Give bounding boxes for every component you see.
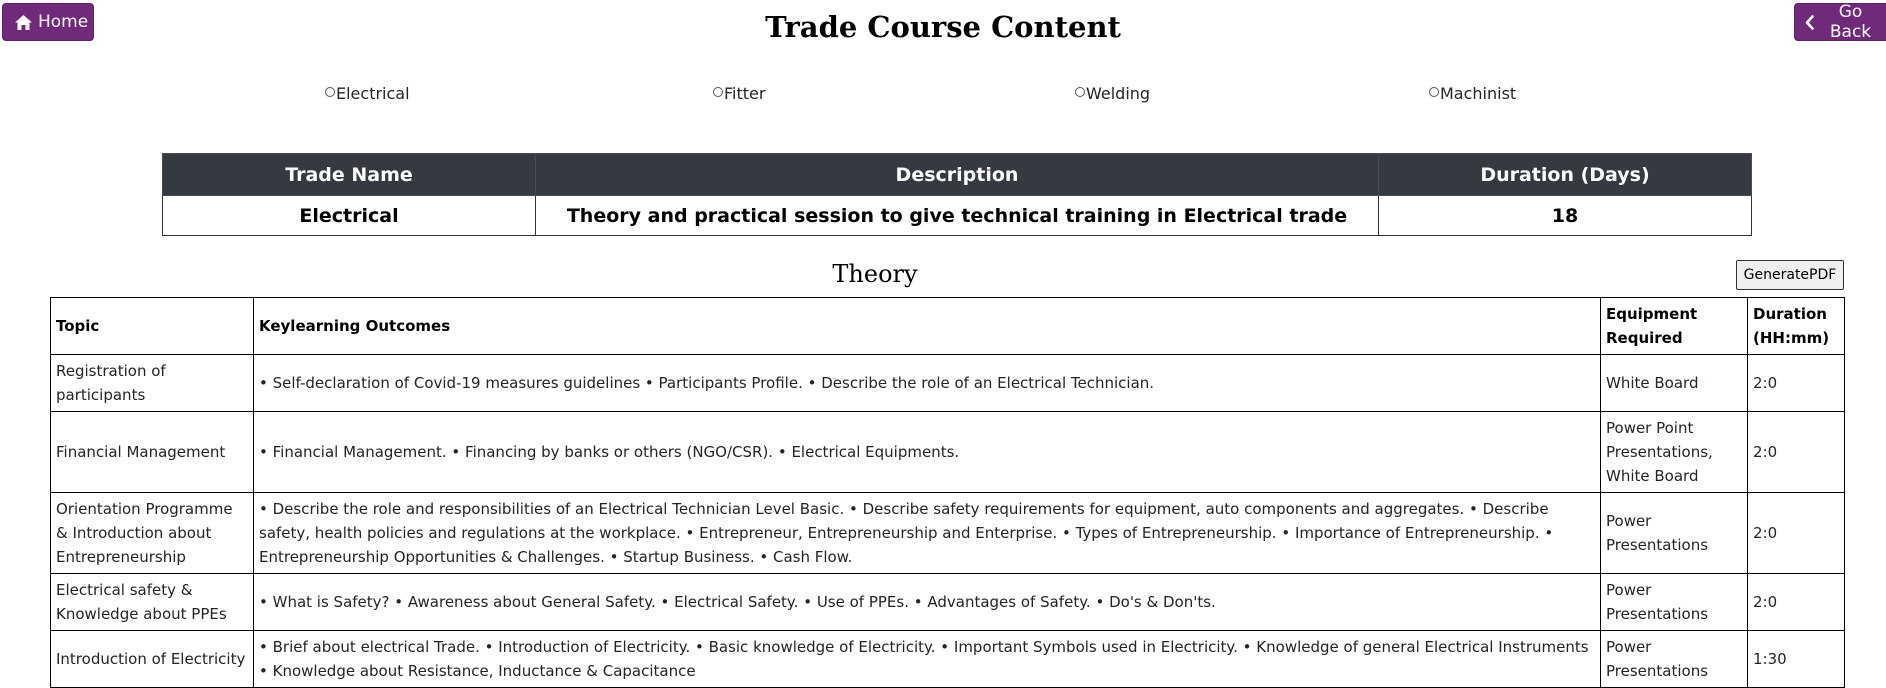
trade-option-fitter[interactable]: Fitter bbox=[713, 84, 765, 103]
trade-summary-table: Trade Name Description Duration (Days) E… bbox=[162, 153, 1752, 236]
equipment-cell: Power Presentations bbox=[1600, 492, 1748, 574]
trade-radio-group: Electrical Fitter Welding Machinist bbox=[0, 84, 1886, 106]
generate-pdf-button[interactable]: GeneratePDF bbox=[1736, 260, 1844, 290]
page-title: Trade Course Content bbox=[765, 10, 1121, 44]
duration-days-header: Duration (Days) bbox=[1378, 153, 1752, 196]
trade-option-label: Fitter bbox=[724, 84, 766, 103]
outcomes-cell: • Brief about electrical Trade. • Introd… bbox=[253, 630, 1601, 688]
outcomes-cell: • What is Safety? • Awareness about Gene… bbox=[253, 573, 1601, 631]
table-row: Electrical safety & Knowledge about PPEs… bbox=[50, 573, 1845, 631]
trade-option-label: Electrical bbox=[336, 84, 410, 103]
duration-cell: 2:0 bbox=[1747, 354, 1845, 412]
trade-option-label: Welding bbox=[1086, 84, 1151, 103]
equipment-cell: Power Point Presentations, White Board bbox=[1600, 411, 1748, 493]
topic-cell: Electrical safety & Knowledge about PPEs bbox=[50, 573, 254, 631]
duration-cell: 2:0 bbox=[1747, 411, 1845, 493]
trade-option-label: Machinist bbox=[1440, 84, 1517, 103]
welding-radio[interactable] bbox=[1075, 87, 1085, 97]
trade-name-cell: Electrical bbox=[162, 195, 536, 236]
equipment-cell: Power Presentations bbox=[1600, 573, 1748, 631]
go-back-button[interactable]: Go Back bbox=[1794, 2, 1886, 42]
table-row: Registration of participants • Self-decl… bbox=[50, 354, 1845, 412]
outcomes-cell: • Financial Management. • Financing by b… bbox=[253, 411, 1601, 493]
electrical-radio[interactable] bbox=[325, 87, 335, 97]
equipment-cell: Power Presentations bbox=[1600, 630, 1748, 688]
trade-name-header: Trade Name bbox=[162, 153, 536, 196]
topic-cell: Introduction of Electricity bbox=[50, 630, 254, 688]
trade-option-electrical[interactable]: Electrical bbox=[325, 84, 410, 103]
duration-cell: 1:30 bbox=[1747, 630, 1845, 688]
description-cell: Theory and practical session to give tec… bbox=[535, 195, 1379, 236]
go-back-button-label: Go Back bbox=[1829, 2, 1872, 42]
trade-option-welding[interactable]: Welding bbox=[1075, 84, 1150, 103]
duration-days-cell: 18 bbox=[1378, 195, 1752, 236]
topic-cell: Orientation Programme & Introduction abo… bbox=[50, 492, 254, 574]
duration-hhmm-header: Duration (HH:mm) bbox=[1747, 297, 1845, 355]
topic-cell: Financial Management bbox=[50, 411, 254, 493]
description-header: Description bbox=[535, 153, 1379, 196]
equipment-required-header: Equipment Required bbox=[1600, 297, 1748, 355]
theory-header-row: Topic Keylearning Outcomes Equipment Req… bbox=[50, 297, 1845, 355]
summary-header-row: Trade Name Description Duration (Days) bbox=[162, 153, 1752, 196]
theory-table: Topic Keylearning Outcomes Equipment Req… bbox=[50, 297, 1845, 688]
outcomes-cell: • Describe the role and responsibilities… bbox=[253, 492, 1601, 574]
duration-cell: 2:0 bbox=[1747, 573, 1845, 631]
fitter-radio[interactable] bbox=[713, 87, 723, 97]
equipment-cell: White Board bbox=[1600, 354, 1748, 412]
table-row: Financial Management • Financial Managem… bbox=[50, 411, 1845, 493]
outcomes-cell: • Self-declaration of Covid-19 measures … bbox=[253, 354, 1601, 412]
chevron-left-icon bbox=[1805, 14, 1814, 30]
topic-header: Topic bbox=[50, 297, 254, 355]
table-row: Orientation Programme & Introduction abo… bbox=[50, 492, 1845, 574]
machinist-radio[interactable] bbox=[1429, 87, 1439, 97]
keylearning-outcomes-header: Keylearning Outcomes bbox=[253, 297, 1601, 355]
summary-row: Electrical Theory and practical session … bbox=[162, 195, 1752, 236]
theory-section-title: Theory bbox=[832, 260, 918, 288]
duration-cell: 2:0 bbox=[1747, 492, 1845, 574]
table-row: Introduction of Electricity • Brief abou… bbox=[50, 630, 1845, 688]
topic-cell: Registration of participants bbox=[50, 354, 254, 412]
trade-option-machinist[interactable]: Machinist bbox=[1429, 84, 1516, 103]
